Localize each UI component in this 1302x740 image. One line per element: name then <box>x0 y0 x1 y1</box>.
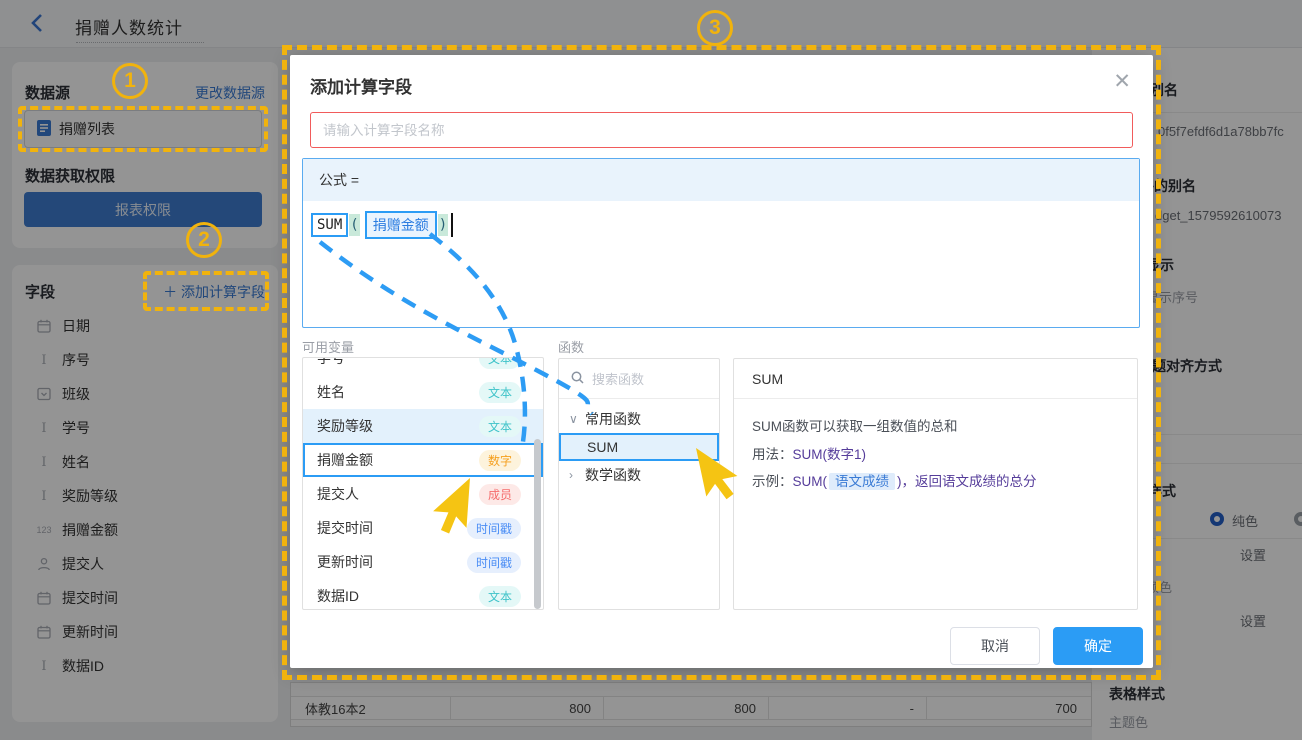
chevron-right-icon: › <box>569 468 579 482</box>
functions-label: 函数 <box>558 337 584 356</box>
variable-row[interactable]: 更新时间 时间戳 <box>303 545 543 579</box>
confirm-button[interactable]: 确定 <box>1053 627 1143 665</box>
function-detail: SUM SUM函数可以获取一组数值的总和 用法：SUM(数字1) 示例：SUM(… <box>733 358 1138 610</box>
paren-open: ( <box>349 214 359 236</box>
search-icon <box>571 371 584 387</box>
variable-row[interactable]: 姓名 文本 <box>303 375 543 409</box>
variable-row[interactable]: 数据ID 文本 <box>303 579 543 610</box>
variable-row[interactable]: 提交时间 时间戳 <box>303 511 543 545</box>
function-search[interactable]: 搜索函数 <box>559 359 719 399</box>
function-example: 示例：SUM(语文成绩)，返回语文成绩的总分 <box>752 468 1119 496</box>
text-caret <box>451 213 453 237</box>
add-calc-field-dialog: 添加计算字段 ✕ 公式 = SUM ( 捐赠金额 ) 可用变量 学号 文本 姓名… <box>290 55 1153 668</box>
function-usage: 用法：SUM(数字1) <box>752 441 1119 469</box>
chevron-down-icon: ∨ <box>569 412 579 426</box>
variable-row-selected[interactable]: 捐赠金额 数字 <box>303 443 543 477</box>
dialog-title: 添加计算字段 <box>310 73 412 98</box>
type-tag: 文本 <box>479 586 521 607</box>
functions-list: 搜索函数 ∨ 常用函数 SUM › 数学函数 <box>558 358 720 610</box>
cancel-button[interactable]: 取消 <box>950 627 1040 665</box>
type-tag: 时间戳 <box>467 552 521 573</box>
variables-label: 可用变量 <box>302 337 354 356</box>
function-item-sum[interactable]: SUM <box>559 433 719 461</box>
example-field-token: 语文成绩 <box>829 473 895 490</box>
variable-row[interactable]: 学号 文本 <box>303 357 543 375</box>
formula-label: 公式 = <box>303 159 1139 201</box>
type-tag: 数字 <box>479 450 521 471</box>
function-search-placeholder: 搜索函数 <box>592 369 644 388</box>
calc-field-name-input[interactable] <box>310 112 1133 148</box>
type-tag: 时间戳 <box>467 518 521 539</box>
variable-row[interactable]: 奖励等级 文本 <box>303 409 543 443</box>
formula-editor[interactable]: 公式 = SUM ( 捐赠金额 ) <box>302 158 1140 328</box>
formula-token-sum[interactable]: SUM <box>311 213 348 237</box>
variables-list: 学号 文本 姓名 文本 奖励等级 文本 捐赠金额 数字 提交人 成员 提交时间 … <box>302 357 544 610</box>
function-group-common[interactable]: ∨ 常用函数 <box>559 405 719 433</box>
close-icon[interactable]: ✕ <box>1113 71 1131 92</box>
function-description: SUM函数可以获取一组数值的总和 <box>752 413 1119 441</box>
scrollbar-thumb[interactable] <box>534 439 541 609</box>
type-tag: 文本 <box>479 416 521 437</box>
function-detail-title: SUM <box>734 359 1137 399</box>
variable-row[interactable]: 提交人 成员 <box>303 477 543 511</box>
type-tag: 成员 <box>479 484 521 505</box>
type-tag: 文本 <box>479 382 521 403</box>
type-tag: 文本 <box>479 357 521 369</box>
formula-token-field[interactable]: 捐赠金额 <box>365 211 437 239</box>
formula-tokens: SUM ( 捐赠金额 ) <box>311 211 453 239</box>
paren-close: ) <box>438 214 448 236</box>
function-group-math[interactable]: › 数学函数 <box>559 461 719 489</box>
